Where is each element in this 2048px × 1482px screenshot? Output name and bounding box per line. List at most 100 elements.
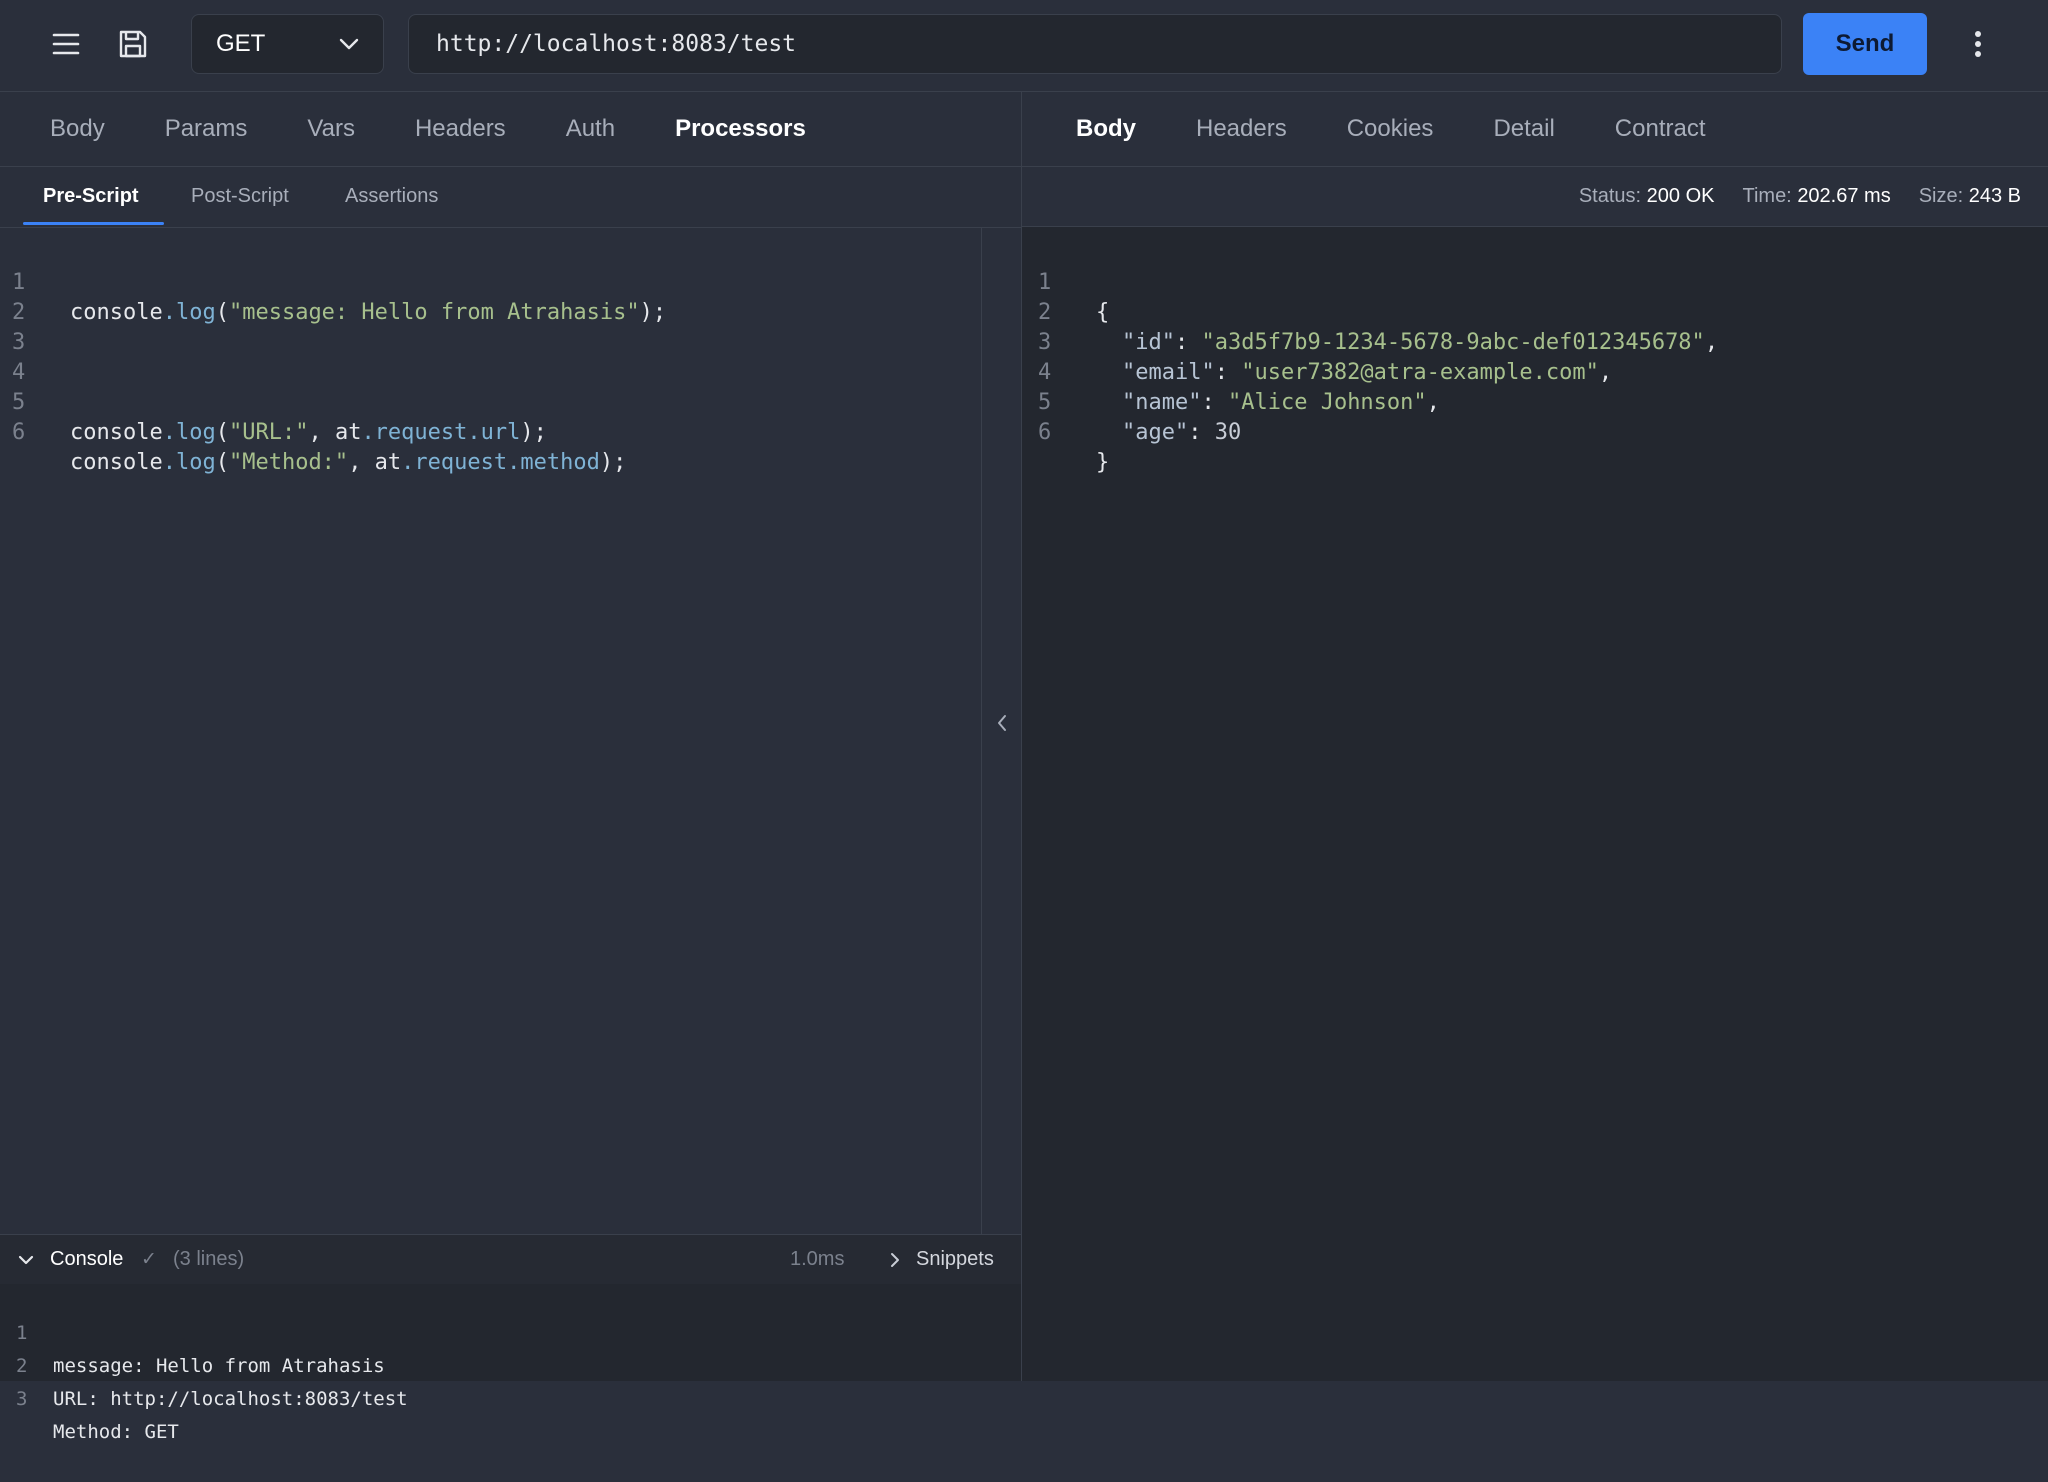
tab-auth[interactable]: Auth [566,115,615,143]
snippets-button[interactable]: Snippets [916,1248,994,1271]
method-value: GET [216,30,266,57]
code-token: console [70,420,163,445]
response-tabs: Body Headers Cookies Detail Contract [1022,92,2048,167]
chevron-down-icon[interactable] [18,1254,34,1266]
console-line: 3 Method: GET [0,1350,1021,1443]
url-input[interactable]: http://localhost:8083/test [408,14,1782,74]
json-value: 30 [1214,420,1242,445]
tab-headers[interactable]: Headers [415,115,506,143]
stat-label: Time: [1742,185,1792,207]
tab-response-body[interactable]: Body [1076,115,1136,143]
tab-response-cookies[interactable]: Cookies [1347,115,1434,143]
code-line: 2 [0,268,79,325]
code-token: ); [639,300,667,325]
json-line: 2 "id": "a3d5f7b9-1234-5678-9abc-def0123… [1022,268,1718,355]
code-token: console [70,450,163,475]
code-token: , at [348,450,402,475]
json-line: 4 "name": "Alice Johnson", [1022,328,1440,415]
json-comma: , [1426,390,1440,415]
method-select[interactable]: GET [191,14,384,74]
json-line: 5 "age": 30 [1022,358,1241,445]
code-token: log [175,420,216,445]
code-text: console.log("URL:", at.request.url); [70,418,547,448]
line-number: 3 [16,1388,28,1410]
code-token: . [162,450,176,475]
time-value: 202.67 ms [1797,185,1891,207]
console-text: URL: http://localhost:8083/test [53,1388,408,1410]
json-line: 6 } [1022,388,1109,475]
check-icon: ✓ [141,1249,157,1270]
url-value: http://localhost:8083/test [436,31,797,57]
menu-icon[interactable] [48,26,84,62]
code-text: console.log("message: Hello from Atrahas… [70,298,666,328]
code-line: 6 console.log("Method:", at.request.meth… [0,388,626,475]
tab-processors[interactable]: Processors [675,115,806,143]
code-token: log [175,450,216,475]
json-field: "name": "Alice Johnson", [1122,390,1440,415]
console-header[interactable]: Console ✓ (3 lines) 1.0ms Snippets [0,1234,1021,1285]
stat-label: Size: [1918,185,1964,207]
size-info: Size: 243 B [1919,185,2021,208]
console-exec-time: 1.0ms [790,1248,845,1270]
script-editor[interactable]: 1 console.log("message: Hello from Atrah… [0,228,981,1234]
tab-assertions[interactable]: Assertions [345,167,438,225]
json-key: "name" [1122,390,1202,415]
line-number: 6 [12,420,26,445]
json-key: "age" [1122,420,1189,445]
code-token: ( [215,420,229,445]
json-field: "id": "a3d5f7b9-1234-5678-9abc-def012345… [1122,330,1719,355]
tab-params[interactable]: Params [165,115,248,143]
tab-response-headers[interactable]: Headers [1196,115,1287,143]
code-token: ( [215,450,229,475]
code-token: . [162,300,176,325]
save-icon[interactable] [115,26,151,62]
active-tab-indicator [23,222,164,225]
more-options-icon[interactable] [1960,26,1996,62]
code-token: ); [520,420,547,445]
response-body-viewer[interactable]: 1 { 2 "id": "a3d5f7b9-1234-5678-9abc-def… [1022,228,2048,1381]
json-line: 3 "email": "user7382@atra-example.com", [1022,298,1612,385]
code-line: 5 console.log("URL:", at.request.url); [0,358,547,445]
tab-vars[interactable]: Vars [307,115,355,143]
code-token: console [70,300,163,325]
response-pane: Body Headers Cookies Detail Contract Sta… [1022,92,2048,1381]
tab-pre-script[interactable]: Pre-Script [43,167,139,225]
console-text: Method: GET [53,1421,179,1443]
chevron-left-icon[interactable] [992,708,1012,738]
time-info: Time: 202.67 ms [1742,185,1890,208]
stat-label: Status: [1578,185,1642,207]
line-number: 6 [1038,420,1052,445]
console-line-count: (3 lines) [173,1248,245,1270]
chevron-down-icon [339,38,359,50]
json-value: "user7382@atra-example.com" [1241,360,1599,385]
request-tabs: Body Params Vars Headers Auth Processors [0,92,1021,167]
code-token: , at [308,420,362,445]
tab-response-detail[interactable]: Detail [1493,115,1554,143]
json-key: "id" [1122,330,1175,355]
request-pane: Body Params Vars Headers Auth Processors… [0,92,1022,1443]
json-key: "email" [1122,360,1215,385]
send-button[interactable]: Send [1803,13,1927,75]
top-toolbar: GET http://localhost:8083/test Send [0,0,2048,92]
code-token: "URL:" [228,420,309,445]
code-token: ); [599,450,627,475]
console-line: 1 message: Hello from Atrahasis [0,1284,1021,1377]
json-field: "age": 30 [1122,420,1242,445]
json-brace: } [1096,450,1110,475]
tab-response-contract[interactable]: Contract [1615,115,1706,143]
code-token: .request.method [401,450,600,475]
tab-post-script[interactable]: Post-Script [191,167,289,225]
code-token: . [162,420,176,445]
tab-body[interactable]: Body [50,115,105,143]
json-comma: , [1704,330,1719,355]
status-info: Status: 200 OK [1579,185,1715,208]
code-line: 4 [0,328,79,385]
code-text: console.log("Method:", at.request.method… [70,448,626,478]
code-line: 3 [0,298,79,355]
json-value: "Alice Johnson" [1227,390,1427,415]
processor-tabs: Pre-Script Post-Script Assertions [0,167,1021,228]
code-line: 1 console.log("message: Hello from Atrah… [0,238,666,325]
json-line: 1 { [1022,238,1109,325]
status-value: 200 OK [1646,185,1715,207]
code-token: .request.url [361,420,521,445]
